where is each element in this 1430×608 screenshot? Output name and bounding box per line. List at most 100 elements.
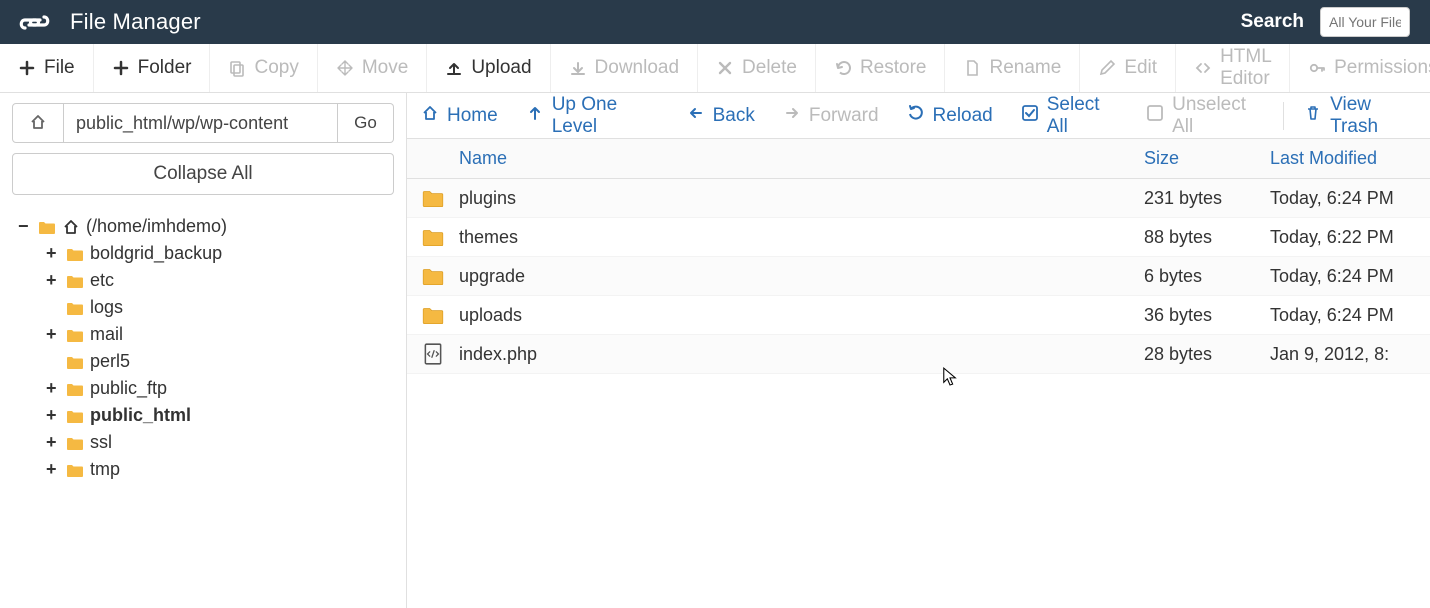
table-row[interactable]: uploads36 bytesToday, 6:24 PM	[407, 296, 1430, 335]
nav-up-label: Up One Level	[552, 94, 659, 138]
file-size-cell: 36 bytes	[1144, 305, 1270, 326]
tree-toggle-icon[interactable]: +	[46, 432, 60, 453]
tree-node[interactable]: perl5	[18, 348, 394, 375]
edit-button[interactable]: Edit	[1080, 44, 1176, 92]
download-icon	[569, 59, 587, 77]
tree-node[interactable]: + boldgrid_backup	[18, 240, 394, 267]
folder-icon	[66, 461, 84, 479]
pencil-icon	[1098, 59, 1116, 77]
html-editor-button[interactable]: HTML Editor	[1176, 44, 1290, 92]
tree-node-label: mail	[90, 324, 123, 345]
tree-node[interactable]: +public_html	[18, 402, 394, 429]
arrow-left-icon	[687, 104, 705, 128]
table-row[interactable]: upgrade6 bytesToday, 6:24 PM	[407, 257, 1430, 296]
restore-label: Restore	[860, 57, 927, 79]
tree-toggle-icon[interactable]: +	[46, 378, 60, 399]
nav-up-button[interactable]: Up One Level	[526, 94, 659, 138]
file-list: plugins231 bytesToday, 6:24 PMthemes88 b…	[407, 179, 1430, 608]
new-folder-button[interactable]: Folder	[94, 44, 211, 92]
nav-reload-button[interactable]: Reload	[907, 104, 993, 128]
x-icon	[716, 59, 734, 77]
up-icon	[526, 104, 544, 128]
sidebar: Go Collapse All − (/home/imhdemo) + boldg…	[0, 93, 406, 608]
col-size-header[interactable]: Size	[1144, 148, 1270, 169]
go-button[interactable]: Go	[338, 103, 394, 143]
tree-toggle-icon[interactable]: +	[46, 243, 60, 264]
table-row[interactable]: index.php28 bytesJan 9, 2012, 8:	[407, 335, 1430, 374]
tree-toggle-icon[interactable]: +	[46, 405, 60, 426]
move-icon	[336, 59, 354, 77]
delete-button[interactable]: Delete	[698, 44, 816, 92]
upload-icon	[445, 59, 463, 77]
col-modified-header[interactable]: Last Modified	[1270, 148, 1430, 169]
cpanel-logo-icon	[18, 8, 52, 36]
tree-node[interactable]: + ssl	[18, 429, 394, 456]
file-size-cell: 6 bytes	[1144, 266, 1270, 287]
upload-button[interactable]: Upload	[427, 44, 550, 92]
file-name-cell: themes	[459, 227, 1144, 248]
new-file-button[interactable]: File	[0, 44, 94, 92]
tree-node[interactable]: + etc	[18, 267, 394, 294]
edit-label: Edit	[1124, 57, 1157, 79]
tree-toggle-icon[interactable]: +	[46, 324, 60, 345]
permissions-button[interactable]: Permissions	[1290, 44, 1430, 92]
home-icon	[62, 218, 80, 236]
file-size-cell: 231 bytes	[1144, 188, 1270, 209]
app-title: File Manager	[70, 9, 201, 35]
folder-icon	[66, 353, 84, 371]
code-file-icon	[407, 342, 459, 366]
folder-icon	[66, 326, 84, 344]
nav-back-button[interactable]: Back	[687, 104, 755, 128]
folder-icon	[66, 299, 84, 317]
app-header: File Manager Search	[0, 0, 1430, 44]
table-row[interactable]: themes88 bytesToday, 6:22 PM	[407, 218, 1430, 257]
file-modified-cell: Today, 6:24 PM	[1270, 305, 1430, 326]
rename-button[interactable]: Rename	[945, 44, 1080, 92]
tree-node-label: etc	[90, 270, 114, 291]
move-label: Move	[362, 57, 408, 79]
search-input[interactable]	[1320, 7, 1410, 37]
move-button[interactable]: Move	[318, 44, 427, 92]
collapse-all-button[interactable]: Collapse All	[12, 153, 394, 195]
path-home-button[interactable]	[12, 103, 64, 143]
home-icon	[29, 113, 47, 134]
nav-view-trash-button[interactable]: View Trash	[1304, 94, 1416, 138]
table-row[interactable]: plugins231 bytesToday, 6:24 PM	[407, 179, 1430, 218]
tree-root[interactable]: − (/home/imhdemo)	[18, 213, 394, 240]
nav-unselect-all-button[interactable]: Unselect All	[1146, 94, 1263, 138]
tree-node-label: tmp	[90, 459, 120, 480]
folder-icon	[38, 218, 56, 236]
tree-node[interactable]: + tmp	[18, 456, 394, 483]
nav-unselect-all-label: Unselect All	[1172, 94, 1263, 138]
col-name-header[interactable]: Name	[459, 148, 1144, 169]
upload-label: Upload	[471, 57, 531, 79]
directory-tree: − (/home/imhdemo) + boldgrid_backup + etc lo…	[12, 213, 394, 483]
nav-home-button[interactable]: Home	[421, 104, 498, 128]
copy-icon	[228, 59, 246, 77]
tree-node-label: public_ftp	[90, 378, 167, 399]
reload-icon	[907, 104, 925, 128]
nav-forward-label: Forward	[809, 105, 879, 127]
nav-view-trash-label: View Trash	[1330, 94, 1416, 138]
tree-node-label: ssl	[90, 432, 112, 453]
download-button[interactable]: Download	[551, 44, 699, 92]
tree-toggle-icon[interactable]: +	[46, 270, 60, 291]
tree-node[interactable]: + mail	[18, 321, 394, 348]
file-size-cell: 28 bytes	[1144, 344, 1270, 365]
tree-node-label: boldgrid_backup	[90, 243, 222, 264]
tree-toggle-icon[interactable]: −	[18, 216, 32, 237]
tree-node[interactable]: logs	[18, 294, 394, 321]
folder-icon	[66, 407, 84, 425]
copy-button[interactable]: Copy	[210, 44, 317, 92]
folder-icon	[407, 303, 459, 327]
folder-icon	[66, 245, 84, 263]
nav-forward-button[interactable]: Forward	[783, 104, 879, 128]
tree-toggle-icon[interactable]: +	[46, 459, 60, 480]
nav-select-all-button[interactable]: Select All	[1021, 94, 1118, 138]
code-icon	[1194, 59, 1212, 77]
restore-button[interactable]: Restore	[816, 44, 946, 92]
html-editor-label: HTML Editor	[1220, 46, 1271, 90]
tree-node[interactable]: + public_ftp	[18, 375, 394, 402]
file-name-cell: index.php	[459, 344, 1144, 365]
path-input[interactable]	[64, 103, 338, 143]
